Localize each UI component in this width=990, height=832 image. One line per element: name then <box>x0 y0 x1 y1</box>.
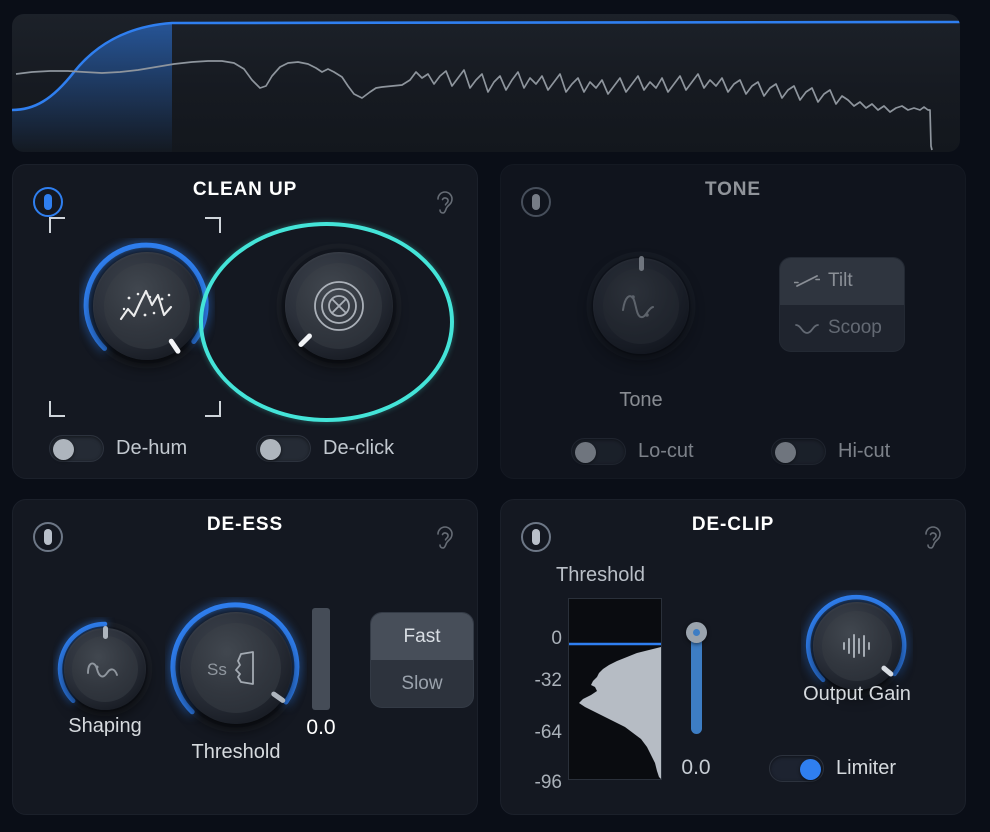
reverb-rings-icon <box>314 281 364 331</box>
toggle-row-de-hum: De-hum <box>49 435 187 462</box>
hist-tick-96: -96 <box>534 772 562 793</box>
toggle-row-hi-cut: Hi-cut <box>771 438 890 465</box>
toggle-row-de-click: De-click <box>256 435 394 462</box>
noise-waveform-icon <box>119 289 173 321</box>
slider-track <box>691 630 702 734</box>
panel-title-tone: TONE <box>704 179 762 200</box>
segment-slow[interactable]: Slow <box>371 660 473 707</box>
toggle-nub <box>260 439 281 460</box>
eq-curve-fill <box>12 23 172 152</box>
toggle-nub <box>53 439 74 460</box>
knob-de-reverb[interactable] <box>271 238 407 374</box>
power-pill-icon <box>532 194 540 210</box>
segment-fast[interactable]: Fast <box>371 613 473 660</box>
power-pill-icon <box>532 529 540 545</box>
knob-label-output-gain: Output Gain <box>803 683 911 705</box>
knob-shaping[interactable] <box>53 617 157 721</box>
segment-tilt[interactable]: Tilt <box>780 258 904 305</box>
hist-tick-0: 0 <box>551 628 562 649</box>
declip-level-histogram[interactable] <box>568 598 662 780</box>
segment-label-tilt: Tilt <box>828 270 853 292</box>
focus-bracket-tr <box>205 217 221 233</box>
toggle-hi-cut[interactable] <box>771 438 826 465</box>
cleanup-power-button[interactable] <box>33 187 63 217</box>
toggle-nub <box>775 442 796 463</box>
panel-title-de-clip: DE-CLIP <box>691 514 775 535</box>
svg-text:Ss: Ss <box>207 660 227 679</box>
panel-title-de-ess: DE-ESS <box>206 514 284 535</box>
de-ess-meter-value: 0.0 <box>306 716 336 739</box>
knob-label-tone: Tone <box>619 389 663 411</box>
declip-threshold-slider[interactable] <box>686 622 707 738</box>
toggle-de-hum[interactable] <box>49 435 104 462</box>
segment-label-slow: Slow <box>401 672 443 694</box>
de-ess-speed-selector[interactable]: Fast Slow <box>370 612 474 708</box>
tone-shape-selector[interactable]: Tilt Scoop <box>779 257 905 352</box>
de-ess-reduction-meter <box>312 608 330 710</box>
focus-bracket-bl <box>49 401 65 417</box>
toggle-label-de-click: De-click <box>323 437 395 459</box>
tone-power-button[interactable] <box>521 187 551 217</box>
spectrum-analyzer[interactable] <box>12 14 960 152</box>
tone-curve-icon <box>622 295 654 319</box>
level-bars-icon <box>843 634 870 658</box>
segment-scoop[interactable]: Scoop <box>780 305 904 352</box>
declip-listen-ear-icon[interactable] <box>919 522 947 552</box>
sine-shaping-icon <box>87 662 118 678</box>
toggle-label-hi-cut: Hi-cut <box>838 440 891 462</box>
cleanup-listen-ear-icon[interactable] <box>431 187 459 217</box>
shaping-pointer <box>102 626 108 639</box>
toggle-label-limiter: Limiter <box>836 757 897 779</box>
histogram-svg <box>569 642 661 779</box>
panel-de-ess: DE-ESS Shaping Ss Threshold Fast Slow <box>12 499 478 815</box>
knob-deess-threshold[interactable]: Ss <box>165 597 307 739</box>
panel-tone: TONE Tone Tilt Scoop Lo-cut Hi-cut <box>500 164 966 479</box>
sibilance-ss-icon: Ss <box>207 651 254 685</box>
knob-label-shaping: Shaping <box>68 715 142 737</box>
hist-tick-64: -64 <box>534 722 562 743</box>
toggle-nub <box>575 442 596 463</box>
panel-clean-up: CLEAN UP De-noise <box>12 164 478 569</box>
deess-power-button[interactable] <box>33 522 63 552</box>
slider-handle[interactable] <box>686 622 707 643</box>
hist-tick-32: -32 <box>534 670 562 691</box>
power-pill-icon <box>44 529 52 545</box>
toggle-limiter[interactable] <box>769 755 824 782</box>
histogram-fill <box>579 647 661 779</box>
knob-tone[interactable] <box>581 246 701 366</box>
focus-bracket-br <box>205 401 221 417</box>
tone-pointer <box>638 256 644 271</box>
toggle-row-lo-cut: Lo-cut <box>571 438 694 465</box>
toggle-nub <box>800 759 821 780</box>
toggle-label-de-hum: De-hum <box>116 437 188 459</box>
segment-label-scoop: Scoop <box>828 316 882 338</box>
declip-threshold-label: Threshold <box>556 564 645 586</box>
tilt-line-icon <box>794 275 820 288</box>
deess-listen-ear-icon[interactable] <box>431 522 459 552</box>
toggle-row-limiter: Limiter <box>769 755 896 782</box>
scoop-curve-icon <box>795 323 819 334</box>
spectrum-svg <box>12 20 960 152</box>
panel-title-clean-up: CLEAN UP <box>192 179 298 200</box>
toggle-lo-cut[interactable] <box>571 438 626 465</box>
focus-bracket-tl <box>49 217 65 233</box>
declip-slider-value: 0.0 <box>681 756 711 779</box>
knob-de-noise[interactable] <box>79 238 215 374</box>
segment-label-fast: Fast <box>403 625 441 647</box>
declip-power-button[interactable] <box>521 522 551 552</box>
toggle-label-lo-cut: Lo-cut <box>638 440 694 462</box>
knob-label-deess-threshold: Threshold <box>191 741 281 763</box>
power-pill-icon <box>44 194 52 210</box>
toggle-de-click[interactable] <box>256 435 311 462</box>
